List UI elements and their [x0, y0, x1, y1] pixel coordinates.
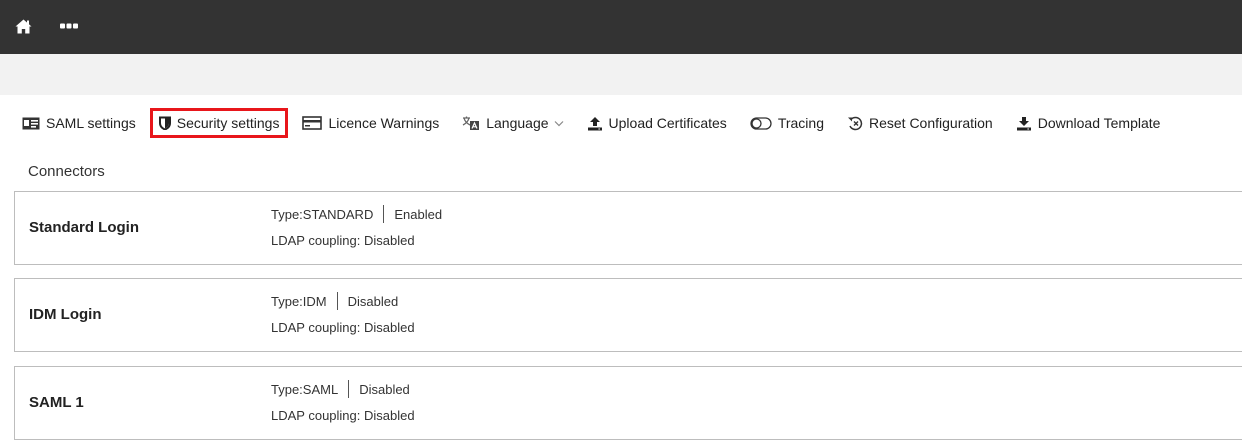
- reset-configuration-button[interactable]: Reset Configuration: [838, 108, 1002, 138]
- download-template-label: Download Template: [1037, 115, 1161, 131]
- saml-settings-button[interactable]: SAML settings: [13, 108, 145, 138]
- connector-card-idm-login[interactable]: IDM Login Type:IDM Disabled LDAP couplin…: [14, 278, 1242, 352]
- more-icon[interactable]: [58, 18, 80, 34]
- licence-warnings-label: Licence Warnings: [328, 115, 440, 131]
- top-navigation-bar: [0, 0, 1242, 54]
- id-card-icon: [22, 117, 40, 129]
- connector-card-standard-login[interactable]: Standard Login Type:STANDARD Enabled LDA…: [14, 191, 1242, 265]
- connector-type: Type:STANDARD: [271, 206, 374, 222]
- divider: [348, 380, 350, 398]
- connector-status: Enabled: [394, 206, 443, 222]
- divider: [383, 205, 385, 223]
- tracing-toggle[interactable]: Tracing: [741, 108, 833, 138]
- connector-type: Type:IDM: [271, 293, 327, 309]
- upload-certificates-label: Upload Certificates: [608, 115, 727, 131]
- shield-icon: [158, 116, 171, 130]
- credit-card-icon: [302, 116, 323, 130]
- translate-icon: [462, 116, 480, 130]
- toolbar: SAML settings Security settings Licence …: [0, 104, 1242, 142]
- connector-status: Disabled: [359, 381, 410, 397]
- upload-certificates-button[interactable]: Upload Certificates: [578, 108, 736, 138]
- connector-type-status: Type:SAML Disabled: [271, 380, 410, 398]
- connector-card-saml-1[interactable]: SAML 1 Type:SAML Disabled LDAP coupling:…: [14, 366, 1242, 440]
- connector-type-status: Type:STANDARD Enabled: [271, 205, 442, 223]
- connectors-heading: Connectors: [28, 163, 105, 180]
- connector-status: Disabled: [347, 293, 399, 309]
- connector-name: IDM Login: [29, 306, 102, 323]
- download-template-button[interactable]: Download Template: [1007, 108, 1170, 138]
- security-settings-label: Security settings: [176, 115, 280, 131]
- licence-warnings-button[interactable]: Licence Warnings: [293, 108, 448, 138]
- secondary-bar: [0, 54, 1242, 95]
- connector-name: SAML 1: [29, 394, 84, 411]
- language-label: Language: [486, 115, 549, 131]
- reset-configuration-label: Reset Configuration: [868, 115, 993, 131]
- toggle-icon: [750, 116, 772, 130]
- home-icon[interactable]: [14, 18, 32, 34]
- connector-ldap-coupling: LDAP coupling: Disabled: [271, 408, 415, 423]
- connector-name: Standard Login: [29, 219, 139, 236]
- upload-icon: [587, 116, 602, 130]
- connector-type-status: Type:IDM Disabled: [271, 292, 398, 310]
- reset-icon: [847, 116, 863, 130]
- chevron-down-icon: [554, 120, 563, 126]
- connector-ldap-coupling: LDAP coupling: Disabled: [271, 320, 415, 335]
- connector-ldap-coupling: LDAP coupling: Disabled: [271, 233, 415, 248]
- saml-settings-label: SAML settings: [46, 115, 136, 131]
- download-icon: [1016, 116, 1031, 130]
- tracing-label: Tracing: [777, 115, 824, 131]
- connector-type: Type:SAML: [271, 381, 339, 397]
- language-dropdown[interactable]: Language: [453, 108, 572, 138]
- security-settings-button[interactable]: Security settings: [149, 108, 289, 138]
- divider: [336, 292, 338, 310]
